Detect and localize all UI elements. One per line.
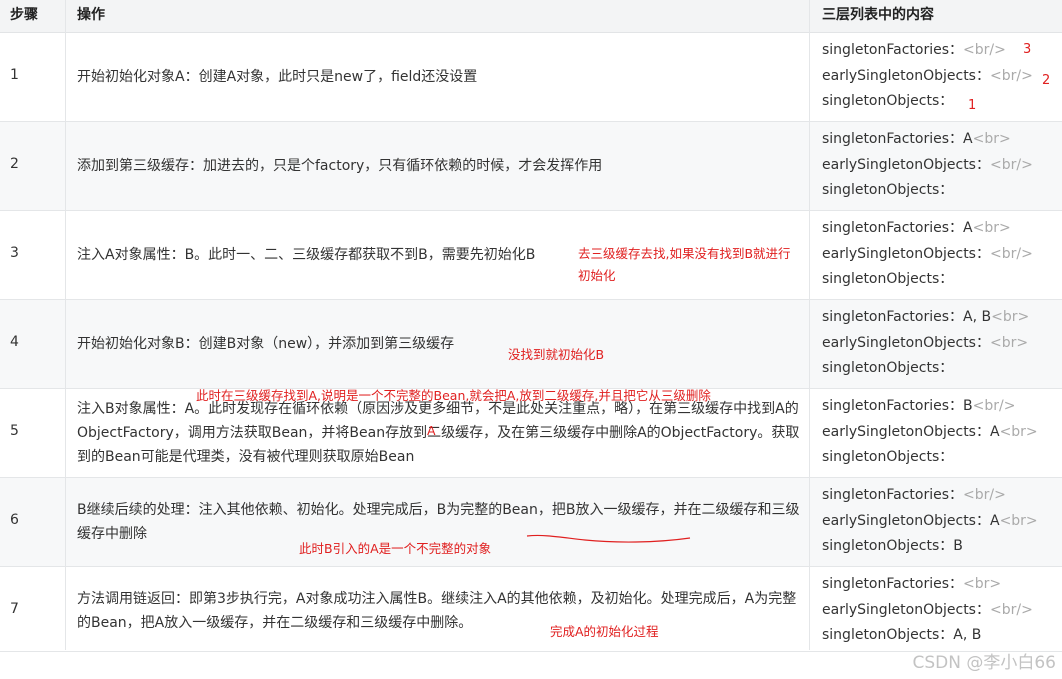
layer-line: singletonObjects： [822,93,954,110]
annotation-note: 去三级缓存去找,如果没有找到B就进行初始化 [578,246,791,283]
layers-cell: singletonFactories：<br> earlySingletonOb… [822,572,1057,649]
column-divider [809,0,810,650]
step-cell: 1 [10,67,19,83]
layer-line: singletonFactories：A, B<br> [822,309,1030,325]
annotation-note: 此时在三级缓存找到A,说明是一个不完整的Bean,就会把A,放到二级缓存,并且把… [196,388,711,403]
table-row: 1 开始初始化对象A：创建A对象，此时只是new了，field还没设置 sing… [0,33,1062,122]
step-cell: 6 [10,512,19,528]
annotation-note: 没找到就初始化B [508,347,605,362]
operation-cell: 开始初始化对象A：创建A对象，此时只是new了，field还没设置 [77,69,478,85]
table-row: 3 注入A对象属性：B。此时一、二、三级缓存都获取不到B，需要先初始化B sin… [0,211,1062,300]
layer-line: singletonFactories：<br> [822,576,1002,592]
header-layers: 三层列表中的内容 [822,7,934,23]
watermark: CSDN @李小白66 [912,653,1056,673]
layer-line: earlySingletonObjects：<br/> [822,67,1033,84]
annotation-note: A [427,423,436,438]
operation-cell: 开始初始化对象B：创建B对象（new），并添加到第三级缓存 [77,336,455,352]
layer-line: singletonFactories：A<br> [822,220,1011,236]
layer-line: singletonFactories：<br/> [822,42,1006,58]
table-row: 2 添加到第三级缓存：加进去的，只是个factory，只有循环依赖的时候，才会发… [0,122,1062,211]
table-row: 7 方法调用链返回：即第3步执行完，A对象成功注入属性B。继续注入A的其他依赖，… [0,567,1062,652]
annotation-note: 此时B引入的A是一个不完整的对象 [299,541,492,556]
layers-cell: singletonFactories：A<br> earlySingletonO… [822,127,1057,204]
layer-line: singletonObjects： [822,271,954,288]
layer-line: earlySingletonObjects：<br> [822,334,1029,351]
layer-line: singletonFactories：<br/> [822,487,1006,503]
operation-cell: 注入B对象属性：A。此时发现存在循环依赖（原因涉及更多细节，不是此处关注重点，略… [77,401,800,465]
annotation-underline [526,534,691,543]
step-cell: 5 [10,423,19,439]
layer-line: earlySingletonObjects：<br/> [822,245,1033,262]
layer-line: singletonObjects：A, B [822,627,982,644]
header-step: 步骤 [10,7,38,23]
layer-line: earlySingletonObjects：A<br> [822,512,1038,529]
layer-line: singletonObjects： [822,449,954,466]
table-row: 6 B继续后续的处理：注入其他依赖、初始化。处理完成后，B为完整的Bean，把B… [0,478,1062,567]
layer-line: singletonFactories：A<br> [822,131,1011,147]
layer-line: earlySingletonObjects：<br/> [822,601,1033,618]
step-cell: 7 [10,601,19,617]
layers-cell: singletonFactories：<br/> earlySingletonO… [822,483,1057,560]
layer-line: earlySingletonObjects：A<br> [822,423,1038,440]
layers-cell: singletonFactories：<br/> earlySingletonO… [822,38,1057,115]
layers-cell: singletonFactories：B<br/> earlySingleton… [822,394,1057,471]
layer-line: singletonObjects： [822,360,954,377]
operation-cell: 方法调用链返回：即第3步执行完，A对象成功注入属性B。继续注入A的其他依赖，及初… [77,591,797,631]
layer-line: singletonObjects： [822,182,954,199]
layers-cell: singletonFactories：A<br> earlySingletonO… [822,216,1057,293]
step-cell: 4 [10,334,19,350]
annotation-number: 2 [1042,73,1051,88]
layer-line: singletonObjects：B [822,538,963,555]
annotation-number: 1 [968,98,977,113]
annotation-note: 完成A的初始化过程 [550,624,659,639]
column-divider [65,0,66,650]
step-cell: 2 [10,156,19,172]
header-operation: 操作 [77,7,105,23]
layer-line: singletonFactories：B<br/> [822,398,1016,414]
operation-cell: 添加到第三级缓存：加进去的，只是个factory，只有循环依赖的时候，才会发挥作… [77,158,603,174]
layers-cell: singletonFactories：A, B<br> earlySinglet… [822,305,1057,382]
layer-line: earlySingletonObjects：<br/> [822,156,1033,173]
table-header: 步骤 操作 三层列表中的内容 [0,0,1062,33]
annotation-number: 3 [1023,42,1032,57]
step-cell: 3 [10,245,19,261]
